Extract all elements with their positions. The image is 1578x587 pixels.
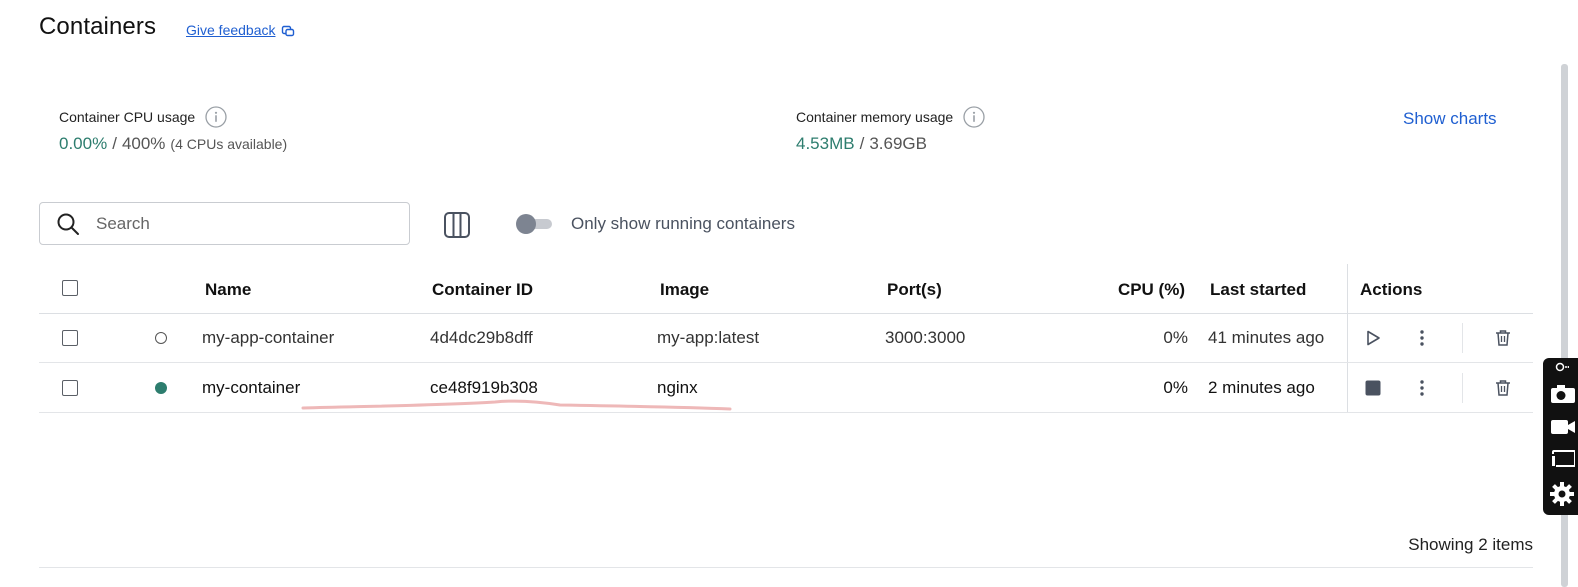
row-checkbox[interactable] (62, 380, 78, 396)
show-charts-button[interactable]: Show charts (1403, 109, 1497, 129)
container-name-link[interactable]: my-app-container (202, 328, 334, 348)
delete-button[interactable] (1491, 326, 1515, 350)
container-cpu: 0% (1163, 328, 1188, 347)
page-title: Containers (39, 13, 157, 40)
column-header-name[interactable]: Name (205, 280, 251, 300)
columns-icon[interactable] (443, 211, 471, 239)
info-icon[interactable] (205, 106, 227, 128)
container-ports-link[interactable]: 3000:3000 (885, 328, 965, 348)
container-image-link[interactable]: my-app:latest (657, 328, 759, 348)
row-checkbox[interactable] (62, 330, 78, 346)
column-header-image[interactable]: Image (660, 280, 709, 300)
status-stopped-icon (155, 332, 167, 344)
items-count: Showing 2 items (1408, 535, 1533, 554)
container-cpu: 0% (1163, 378, 1188, 397)
select-all-checkbox[interactable] (62, 280, 78, 296)
container-id[interactable]: 4d4dc29b8dff (430, 328, 533, 348)
containers-table: Name Container ID Image Port(s) CPU (%) … (39, 264, 1533, 414)
gear-icon[interactable] (1549, 481, 1575, 507)
container-name-link[interactable]: my-container (202, 378, 300, 398)
video-icon[interactable] (1549, 414, 1575, 440)
container-id[interactable]: ce48f919b308 (430, 378, 538, 398)
column-header-last-started[interactable]: Last started (1210, 280, 1306, 300)
container-image-link[interactable]: nginx (657, 378, 698, 398)
status-running-icon (155, 382, 167, 394)
cpu-usage-panel: Container CPU usage 0.00% / 400% (4 CPUs… (59, 106, 287, 154)
memory-total-value: 3.69GB (869, 134, 927, 153)
start-button[interactable] (1361, 326, 1385, 350)
info-icon[interactable] (963, 106, 985, 128)
memory-usage-label: Container memory usage (796, 109, 954, 125)
column-header-actions: Actions (1360, 280, 1423, 299)
column-header-cpu[interactable]: CPU (%) (1118, 280, 1185, 300)
more-actions-button[interactable] (1410, 376, 1434, 400)
search-icon (57, 213, 79, 235)
search-input[interactable] (94, 212, 378, 235)
annotation-underline (301, 399, 732, 411)
memory-usage-panel: Container memory usage 4.53MB / 3.69GB (796, 106, 985, 154)
trash-icon (1496, 380, 1510, 396)
pin-icon[interactable] (1549, 360, 1575, 374)
container-last-started: 41 minutes ago (1208, 328, 1325, 347)
cpu-total-value: 400% (121, 134, 166, 153)
cpu-separator: / (112, 134, 117, 153)
cpu-note: (4 CPUs available) (170, 136, 288, 152)
stop-button[interactable] (1361, 376, 1385, 400)
memory-used-value: 4.53MB (796, 134, 855, 153)
actions-column-divider (1347, 264, 1348, 413)
container-last-started: 2 minutes ago (1208, 378, 1315, 397)
external-link-icon (281, 25, 294, 37)
kebab-menu-icon (1420, 330, 1424, 346)
running-only-toggle[interactable] (516, 214, 554, 234)
column-header-container-id[interactable]: Container ID (432, 280, 533, 300)
give-feedback-label: Give feedback (186, 22, 276, 38)
cpu-used-value: 0.00% (59, 134, 108, 153)
give-feedback-link[interactable]: Give feedback (186, 22, 295, 38)
search-box[interactable] (39, 202, 410, 245)
play-icon (1367, 330, 1380, 346)
memory-separator: / (859, 134, 865, 153)
delete-button[interactable] (1491, 376, 1515, 400)
cpu-usage-label: Container CPU usage (59, 109, 196, 125)
stop-icon (1365, 380, 1381, 396)
more-actions-button[interactable] (1410, 326, 1434, 350)
screen-icon[interactable] (1549, 446, 1575, 472)
trash-icon (1496, 330, 1510, 346)
running-only-label: Only show running containers (571, 214, 795, 233)
kebab-menu-icon (1420, 380, 1424, 396)
column-header-ports[interactable]: Port(s) (887, 280, 942, 300)
camera-icon[interactable] (1549, 380, 1575, 406)
capture-toolbar (1543, 358, 1578, 515)
